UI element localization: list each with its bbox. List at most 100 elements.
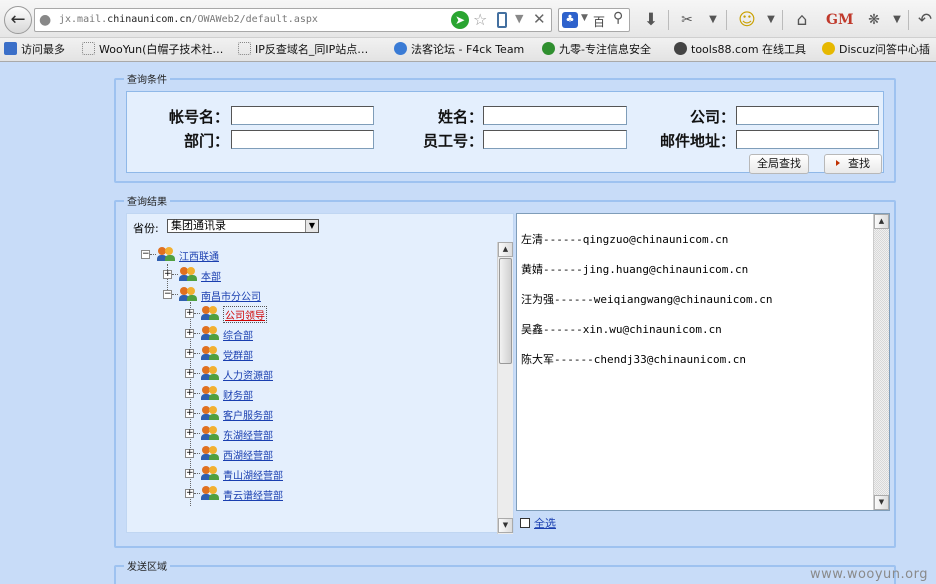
bookmark-tools88[interactable]: tools88.com 在线工具 [674,42,806,58]
bookmark-label: 访问最多 [21,43,65,56]
url-prefix: jx.mail. [59,14,108,25]
global-search-button[interactable]: 全局查找 [749,154,809,174]
bookmark-discuz[interactable]: Discuz问答中心插 [822,42,930,58]
back-icon[interactable]: ← [4,6,32,34]
org-tree-panel: 省份: 集团通讯录 ▼ − 江西联通 + 本部 − 南昌市分公司 + 公司领导 … [126,213,514,534]
expand-icon[interactable]: + [185,409,194,418]
tree-node-label[interactable]: 公司领导 [223,306,267,323]
contact-results-textarea[interactable]: 左清------qingzuo@chinaunicom.cn 黄婧------j… [516,213,890,511]
select-all-checkbox[interactable] [520,518,530,528]
email-input[interactable] [736,130,879,149]
magnifier-icon[interactable]: ⚲ [613,10,623,26]
scroll-thumb[interactable] [499,258,512,364]
scroll-up-icon[interactable]: ▲ [874,214,889,229]
expand-icon[interactable]: + [185,369,194,378]
search-engine-dropdown-icon[interactable]: ▼ [581,13,588,23]
bug-dropdown-icon[interactable]: ▼ [890,8,904,32]
select-all-label[interactable]: 全选 [534,517,556,530]
collapse-icon[interactable]: − [141,250,150,259]
name-input[interactable] [483,106,627,125]
close-icon[interactable]: ✕ [533,10,546,28]
tree-node-label[interactable]: 财务部 [223,387,253,402]
smiley-icon[interactable]: ☺ [736,8,758,32]
expand-icon[interactable]: + [185,329,194,338]
bookmark-label: Discuz问答中心插 [839,43,931,56]
url-text[interactable]: jx.mail.chinaunicom.cn/OWAWeb2/default.a… [59,14,318,25]
expand-icon[interactable]: + [163,270,172,279]
results-legend: 查询结果 [127,197,167,208]
page-content: 查询条件 帐号名： 姓名： 公司： 部门： 员工号： 邮件地址： 全局查找 查找… [0,63,936,584]
bookmark-ip-reverse[interactable]: IP反查域名_同IP站点… [238,42,368,58]
play-arrow-icon [836,160,840,166]
employee-id-input[interactable] [483,130,627,149]
bookmark-label: tools88.com 在线工具 [691,43,807,56]
toolbar-separator [782,10,783,30]
tree-node-label[interactable]: 西湖经营部 [223,447,273,462]
user-group-icon [201,446,219,460]
tree-node-label[interactable]: 南昌市分公司 [201,288,261,303]
chevron-down-icon[interactable]: ▼ [305,220,318,232]
url-path: /OWAWeb2/default.aspx [191,14,318,25]
scroll-down-icon[interactable]: ▼ [874,495,889,510]
expand-icon[interactable]: + [185,469,194,478]
smiley-dropdown-icon[interactable]: ▼ [764,8,778,32]
phone-icon[interactable] [497,12,507,28]
search-button-label: 查找 [848,157,870,170]
expand-icon[interactable]: + [185,309,194,318]
home-icon[interactable]: ⌂ [790,8,814,32]
email-label: 邮件地址： [659,132,735,150]
province-select[interactable]: 集团通讯录 ▼ [167,219,319,233]
watermark: www.wooyun.org [809,567,928,582]
tree-node-label[interactable]: 江西联通 [179,248,219,263]
scroll-up-icon[interactable]: ▲ [498,242,513,257]
bookmark-wooyun[interactable]: WooYun(白帽子技术社… [82,42,223,58]
expand-icon[interactable]: + [185,349,194,358]
company-input[interactable] [736,106,879,125]
search-button[interactable]: 查找 [824,154,882,174]
undo-icon[interactable]: ↶ [914,8,936,32]
gm-icon[interactable]: GM [826,8,853,32]
paw-icon[interactable]: ♣ [562,12,578,28]
expand-icon[interactable]: + [185,449,194,458]
download-icon[interactable]: ⬇ [640,8,662,32]
expand-icon[interactable]: + [185,489,194,498]
tree-connector [194,333,200,334]
expand-icon[interactable]: + [185,429,194,438]
tree-node-label[interactable]: 人力资源部 [223,367,273,382]
select-all[interactable]: 全选 [520,515,556,531]
tree-node-label[interactable]: 东湖经营部 [223,427,273,442]
bookmark-f4ck[interactable]: 法客论坛 - F4ck Team [394,42,524,58]
bookmark-label: 九零-专注信息安全 [559,43,651,56]
screenshot-dropdown-icon[interactable]: ▼ [706,8,720,32]
tree-node-label[interactable]: 本部 [201,268,221,283]
results-scrollbar[interactable]: ▲ ▼ [873,214,889,510]
dropdown-icon[interactable]: ▼ [515,12,523,25]
toolbar-separator [726,10,727,30]
url-bar[interactable]: ● jx.mail.chinaunicom.cn/OWAWeb2/default… [34,8,552,32]
discuz-icon [822,42,835,55]
star-icon[interactable]: ☆ [473,10,487,29]
tree-node-label[interactable]: 党群部 [223,347,253,362]
scroll-down-icon[interactable]: ▼ [498,518,513,533]
account-input[interactable] [231,106,374,125]
bookmark-jiuling[interactable]: 九零-专注信息安全 [542,42,651,58]
screenshot-icon[interactable]: ✂ [676,8,698,32]
tree-node-label[interactable]: 青山湖经营部 [223,467,283,482]
bug-icon[interactable]: ❋ [862,8,886,32]
tree-scrollbar[interactable]: ▲ ▼ [497,242,513,534]
department-input[interactable] [231,130,374,149]
results-fieldset: 查询结果 省份: 集团通讯录 ▼ − 江西联通 + 本部 − 南昌市分公司 + … [114,193,896,548]
go-icon[interactable]: ➤ [451,11,469,29]
scroll-track[interactable] [874,229,889,495]
tree-connector [194,433,200,434]
search-box[interactable]: ♣ ▼ 百 ⚲ [558,8,630,32]
user-group-icon [201,466,219,480]
collapse-icon[interactable]: − [163,290,172,299]
company-label: 公司： [689,108,735,126]
expand-icon[interactable]: + [185,389,194,398]
search-input[interactable]: 百 [593,13,605,30]
bookmark-most-visited[interactable]: 访问最多 [4,42,65,58]
tree-node-label[interactable]: 青云谱经营部 [223,487,283,502]
tree-node-label[interactable]: 综合部 [223,327,253,342]
tree-node-label[interactable]: 客户服务部 [223,407,273,422]
